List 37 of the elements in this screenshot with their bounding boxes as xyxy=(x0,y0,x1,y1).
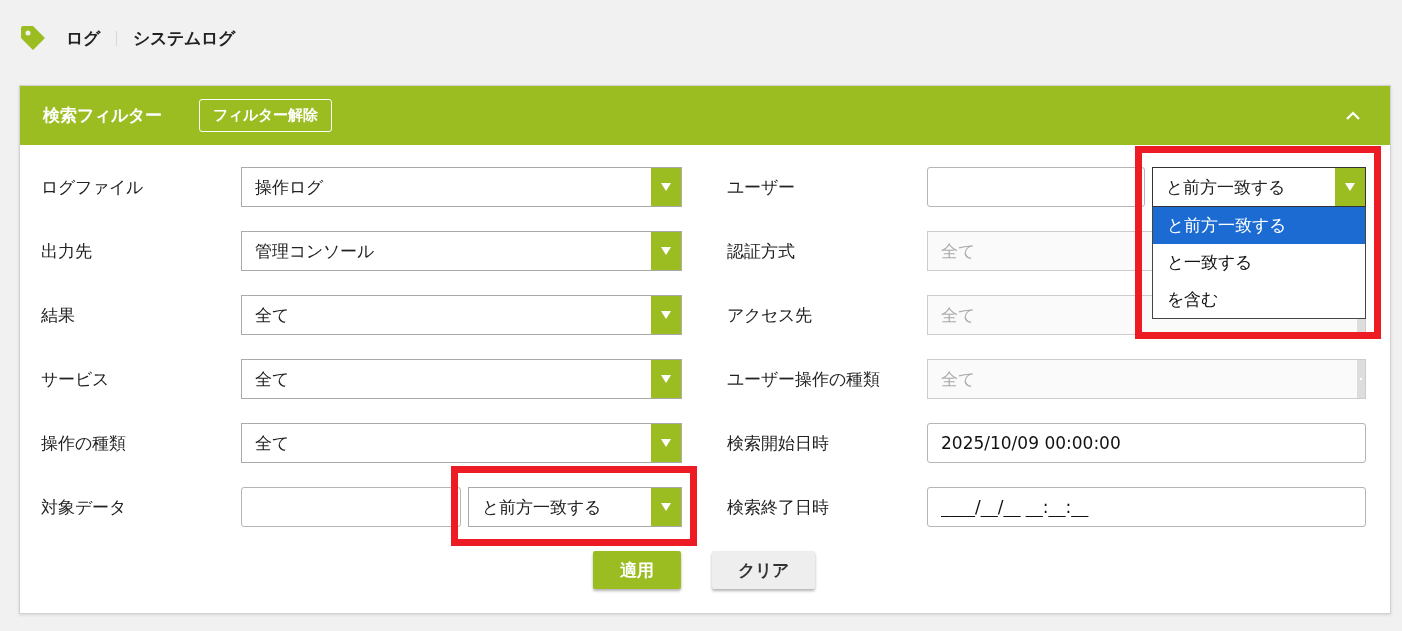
field-label: ログファイル xyxy=(41,175,144,199)
field-label: 出力先 xyxy=(41,239,93,263)
dropdown-select[interactable]: 全て xyxy=(241,423,682,463)
field-label: ユーザー xyxy=(727,175,796,199)
dropdown-select[interactable]: 操作ログ xyxy=(241,167,682,207)
field-label: 認証方式 xyxy=(727,239,796,263)
dropdown-caret-icon xyxy=(651,232,681,270)
field-label: 検索終了日時 xyxy=(727,495,830,519)
panel-title: 検索フィルター xyxy=(43,104,162,127)
dropdown-caret-icon xyxy=(1335,168,1365,206)
field-label: 検索開始日時 xyxy=(727,431,830,455)
dropdown-option[interactable]: と前方一致する xyxy=(1153,207,1365,244)
tag-icon xyxy=(20,25,46,51)
text-input[interactable]: 2025/10/09 00:00:00 xyxy=(927,423,1366,463)
match-select[interactable]: と前方一致する xyxy=(468,487,682,527)
breadcrumb-link[interactable]: ログ xyxy=(66,26,100,50)
dropdown-select[interactable]: 全て xyxy=(241,359,682,399)
dropdown-caret-icon xyxy=(651,360,681,398)
field-label: サービス xyxy=(41,367,110,391)
dropdown-select[interactable]: 管理コンソール xyxy=(241,231,682,271)
dropdown-caret-icon xyxy=(651,424,681,462)
field-label: 操作の種類 xyxy=(41,431,127,455)
clear-button[interactable]: クリア xyxy=(712,551,815,589)
field-label: 対象データ xyxy=(41,495,127,519)
breadcrumb-current: システムログ xyxy=(133,27,235,50)
match-select[interactable]: と前方一致する xyxy=(1152,167,1366,207)
field-label: アクセス先 xyxy=(727,303,813,327)
dropdown-caret-icon xyxy=(651,296,681,334)
field-label: ユーザー操作の種類 xyxy=(727,367,881,391)
text-input[interactable] xyxy=(927,167,1145,207)
dropdown-select[interactable]: 全て xyxy=(241,295,682,335)
select-handle-icon xyxy=(1357,360,1365,398)
text-input[interactable] xyxy=(241,487,461,527)
text-input[interactable]: ____/__/__ __:__:__ xyxy=(927,487,1366,527)
dropdown-caret-icon xyxy=(651,488,681,526)
field-label: 結果 xyxy=(41,303,76,327)
dropdown-caret-icon xyxy=(651,168,681,206)
